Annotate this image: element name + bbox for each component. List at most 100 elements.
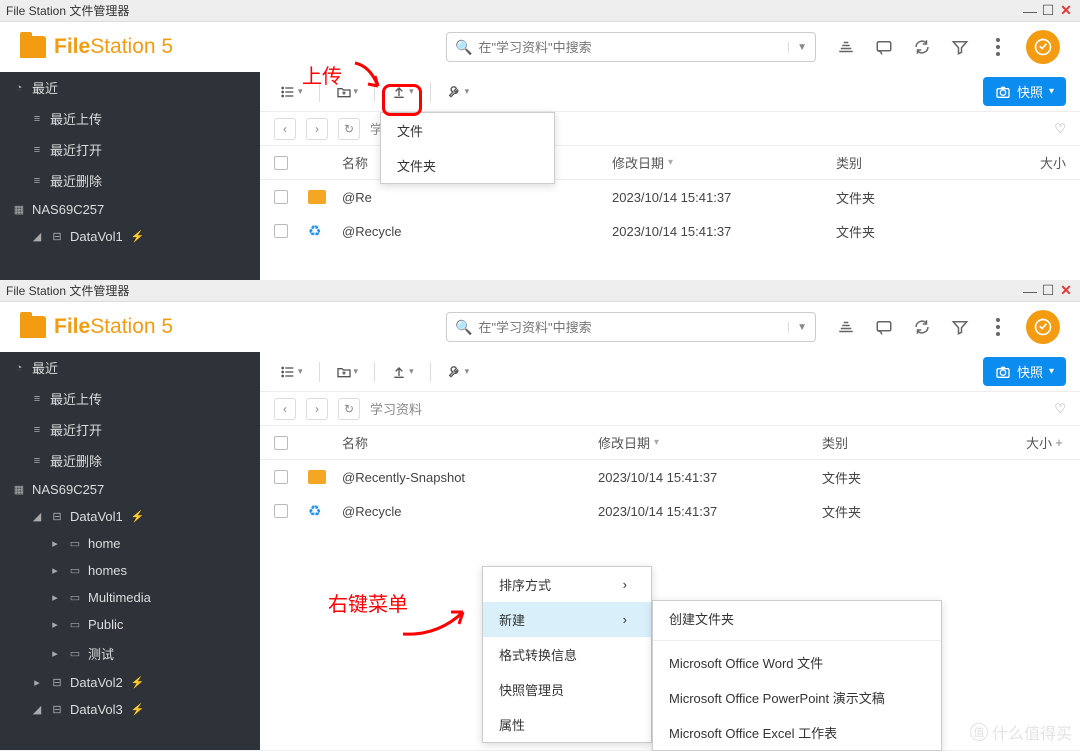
col-date[interactable]: 修改日期▾: [612, 153, 836, 172]
sidebar-recent[interactable]: ◔最近: [0, 72, 260, 103]
window-title: File Station 文件管理器: [6, 2, 129, 19]
row-checkbox[interactable]: [274, 224, 288, 238]
new-word-item[interactable]: Microsoft Office Word 文件: [653, 645, 941, 680]
upload-file-item[interactable]: 文件: [381, 113, 554, 148]
refresh-icon[interactable]: [912, 317, 932, 337]
sidebar-folder-homes[interactable]: ▸▭homes: [0, 557, 260, 584]
nav-refresh-button[interactable]: ↻: [338, 398, 360, 420]
add-column-icon[interactable]: +: [1052, 435, 1066, 450]
nav-back-button[interactable]: ‹: [274, 118, 296, 140]
sidebar-folder-home[interactable]: ▸▭home: [0, 530, 260, 557]
maximize-button[interactable]: ☐: [1040, 283, 1056, 299]
toolbar: ▾ ▾ ▾ ▾ 快照▾: [260, 72, 1080, 112]
sidebar-nas[interactable]: ▦NAS69C257: [0, 476, 260, 503]
select-all-checkbox[interactable]: [274, 436, 288, 450]
new-ppt-item[interactable]: Microsoft Office PowerPoint 演示文稿: [653, 680, 941, 715]
nav-refresh-button[interactable]: ↻: [338, 118, 360, 140]
sidebar-recent[interactable]: ◔最近: [0, 352, 260, 383]
new-folder-button[interactable]: ▾: [330, 360, 365, 384]
ctx-props-item[interactable]: 属性: [483, 707, 651, 742]
table-row[interactable]: @Re 2023/10/14 15:41:37 文件夹: [260, 180, 1080, 214]
filter-icon[interactable]: [950, 37, 970, 57]
sidebar-recent-delete[interactable]: ≡最近删除: [0, 165, 260, 196]
sidebar-datavol1[interactable]: ◢⊟DataVol1⚡: [0, 223, 260, 250]
app-logo: FileStation 5: [20, 315, 173, 339]
select-all-checkbox[interactable]: [274, 156, 288, 170]
breadcrumb-path[interactable]: 学习资料: [370, 399, 422, 418]
search-box[interactable]: 🔍 ▼: [446, 312, 816, 342]
chevron-down-icon: ◢: [30, 703, 44, 716]
more-icon[interactable]: [988, 317, 1008, 337]
col-type[interactable]: 类别: [822, 433, 1002, 452]
filter-icon[interactable]: [950, 317, 970, 337]
folder-icon: [308, 470, 326, 484]
search-dropdown-icon[interactable]: ▼: [788, 322, 807, 333]
tools-button[interactable]: ▾: [441, 360, 476, 384]
app-logo: FileStation 5: [20, 35, 173, 59]
nav-back-button[interactable]: ‹: [274, 398, 296, 420]
search-box[interactable]: 🔍 ▼: [446, 32, 816, 62]
more-icon[interactable]: [988, 37, 1008, 57]
sidebar-folder-test[interactable]: ▸▭测试: [0, 638, 260, 669]
col-name[interactable]: 名称: [342, 433, 598, 452]
search-input[interactable]: [478, 40, 788, 55]
cast-icon[interactable]: [874, 317, 894, 337]
table-row[interactable]: ♻ @Recycle 2023/10/14 15:41:37 文件夹: [260, 214, 1080, 248]
chevron-right-icon: ›: [623, 612, 627, 627]
upload-button[interactable]: ▾: [385, 360, 420, 384]
minimize-button[interactable]: —: [1022, 283, 1038, 299]
snapshot-button[interactable]: 快照▾: [983, 77, 1066, 106]
close-button[interactable]: ✕: [1058, 283, 1074, 299]
upload-folder-item[interactable]: 文件夹: [381, 148, 554, 183]
favorite-icon[interactable]: ♡: [1054, 401, 1066, 417]
ctx-convert-item[interactable]: 格式转换信息: [483, 637, 651, 672]
col-type[interactable]: 类别: [836, 153, 1016, 172]
search-input[interactable]: [478, 320, 788, 335]
nav-fwd-button[interactable]: ›: [306, 398, 328, 420]
ctx-sort-item[interactable]: 排序方式›: [483, 567, 651, 602]
view-mode-button[interactable]: ▾: [274, 360, 309, 384]
snapshot-button[interactable]: 快照▾: [983, 357, 1066, 386]
close-button[interactable]: ✕: [1058, 3, 1074, 19]
col-size[interactable]: 大小: [1016, 153, 1066, 172]
cast-icon[interactable]: [874, 37, 894, 57]
sidebar-recent-upload[interactable]: ≡最近上传: [0, 103, 260, 134]
sidebar-datavol1[interactable]: ◢⊟DataVol1⚡: [0, 503, 260, 530]
refresh-icon[interactable]: [912, 37, 932, 57]
search-dropdown-icon[interactable]: ▼: [788, 42, 807, 53]
network-icon[interactable]: [836, 37, 856, 57]
favorite-icon[interactable]: ♡: [1054, 121, 1066, 137]
new-folder-item[interactable]: 创建文件夹: [653, 601, 941, 636]
context-menu: 排序方式› 新建› 格式转换信息 快照管理员 属性: [482, 566, 652, 743]
table-row[interactable]: ♻ @Recycle 2023/10/14 15:41:37 文件夹: [260, 494, 1080, 528]
row-checkbox[interactable]: [274, 504, 288, 518]
sidebar-recent-open[interactable]: ≡最近打开: [0, 134, 260, 165]
tools-button[interactable]: ▾: [441, 80, 476, 104]
row-checkbox[interactable]: [274, 190, 288, 204]
nav-fwd-button[interactable]: ›: [306, 118, 328, 140]
maximize-button[interactable]: ☐: [1040, 3, 1056, 19]
sidebar-recent-delete[interactable]: ≡最近删除: [0, 445, 260, 476]
sidebar-recent-upload[interactable]: ≡最近上传: [0, 383, 260, 414]
file-type: 文件夹: [836, 222, 1016, 241]
col-size[interactable]: 大小: [1002, 433, 1052, 452]
table-row[interactable]: @Recently-Snapshot 2023/10/14 15:41:37 文…: [260, 460, 1080, 494]
app-badge-icon[interactable]: [1026, 30, 1060, 64]
new-folder-button[interactable]: ▾: [330, 80, 365, 104]
row-checkbox[interactable]: [274, 470, 288, 484]
new-excel-item[interactable]: Microsoft Office Excel 工作表: [653, 715, 941, 750]
ctx-new-item[interactable]: 新建›: [483, 602, 651, 637]
network-icon[interactable]: [836, 317, 856, 337]
sidebar-datavol3[interactable]: ◢⊟DataVol3⚡: [0, 696, 260, 723]
sidebar-folder-multimedia[interactable]: ▸▭Multimedia: [0, 584, 260, 611]
app-badge-icon[interactable]: [1026, 310, 1060, 344]
col-date[interactable]: 修改日期▾: [598, 433, 822, 452]
sidebar-recent-open[interactable]: ≡最近打开: [0, 414, 260, 445]
minimize-button[interactable]: —: [1022, 3, 1038, 19]
sidebar-folder-public[interactable]: ▸▭Public: [0, 611, 260, 638]
ctx-snapshot-item[interactable]: 快照管理员: [483, 672, 651, 707]
view-mode-button[interactable]: ▾: [274, 80, 309, 104]
sidebar-nas[interactable]: ▦NAS69C257: [0, 196, 260, 223]
upload-button[interactable]: ▾: [385, 80, 420, 104]
sidebar-datavol2[interactable]: ▸⊟DataVol2⚡: [0, 669, 260, 696]
